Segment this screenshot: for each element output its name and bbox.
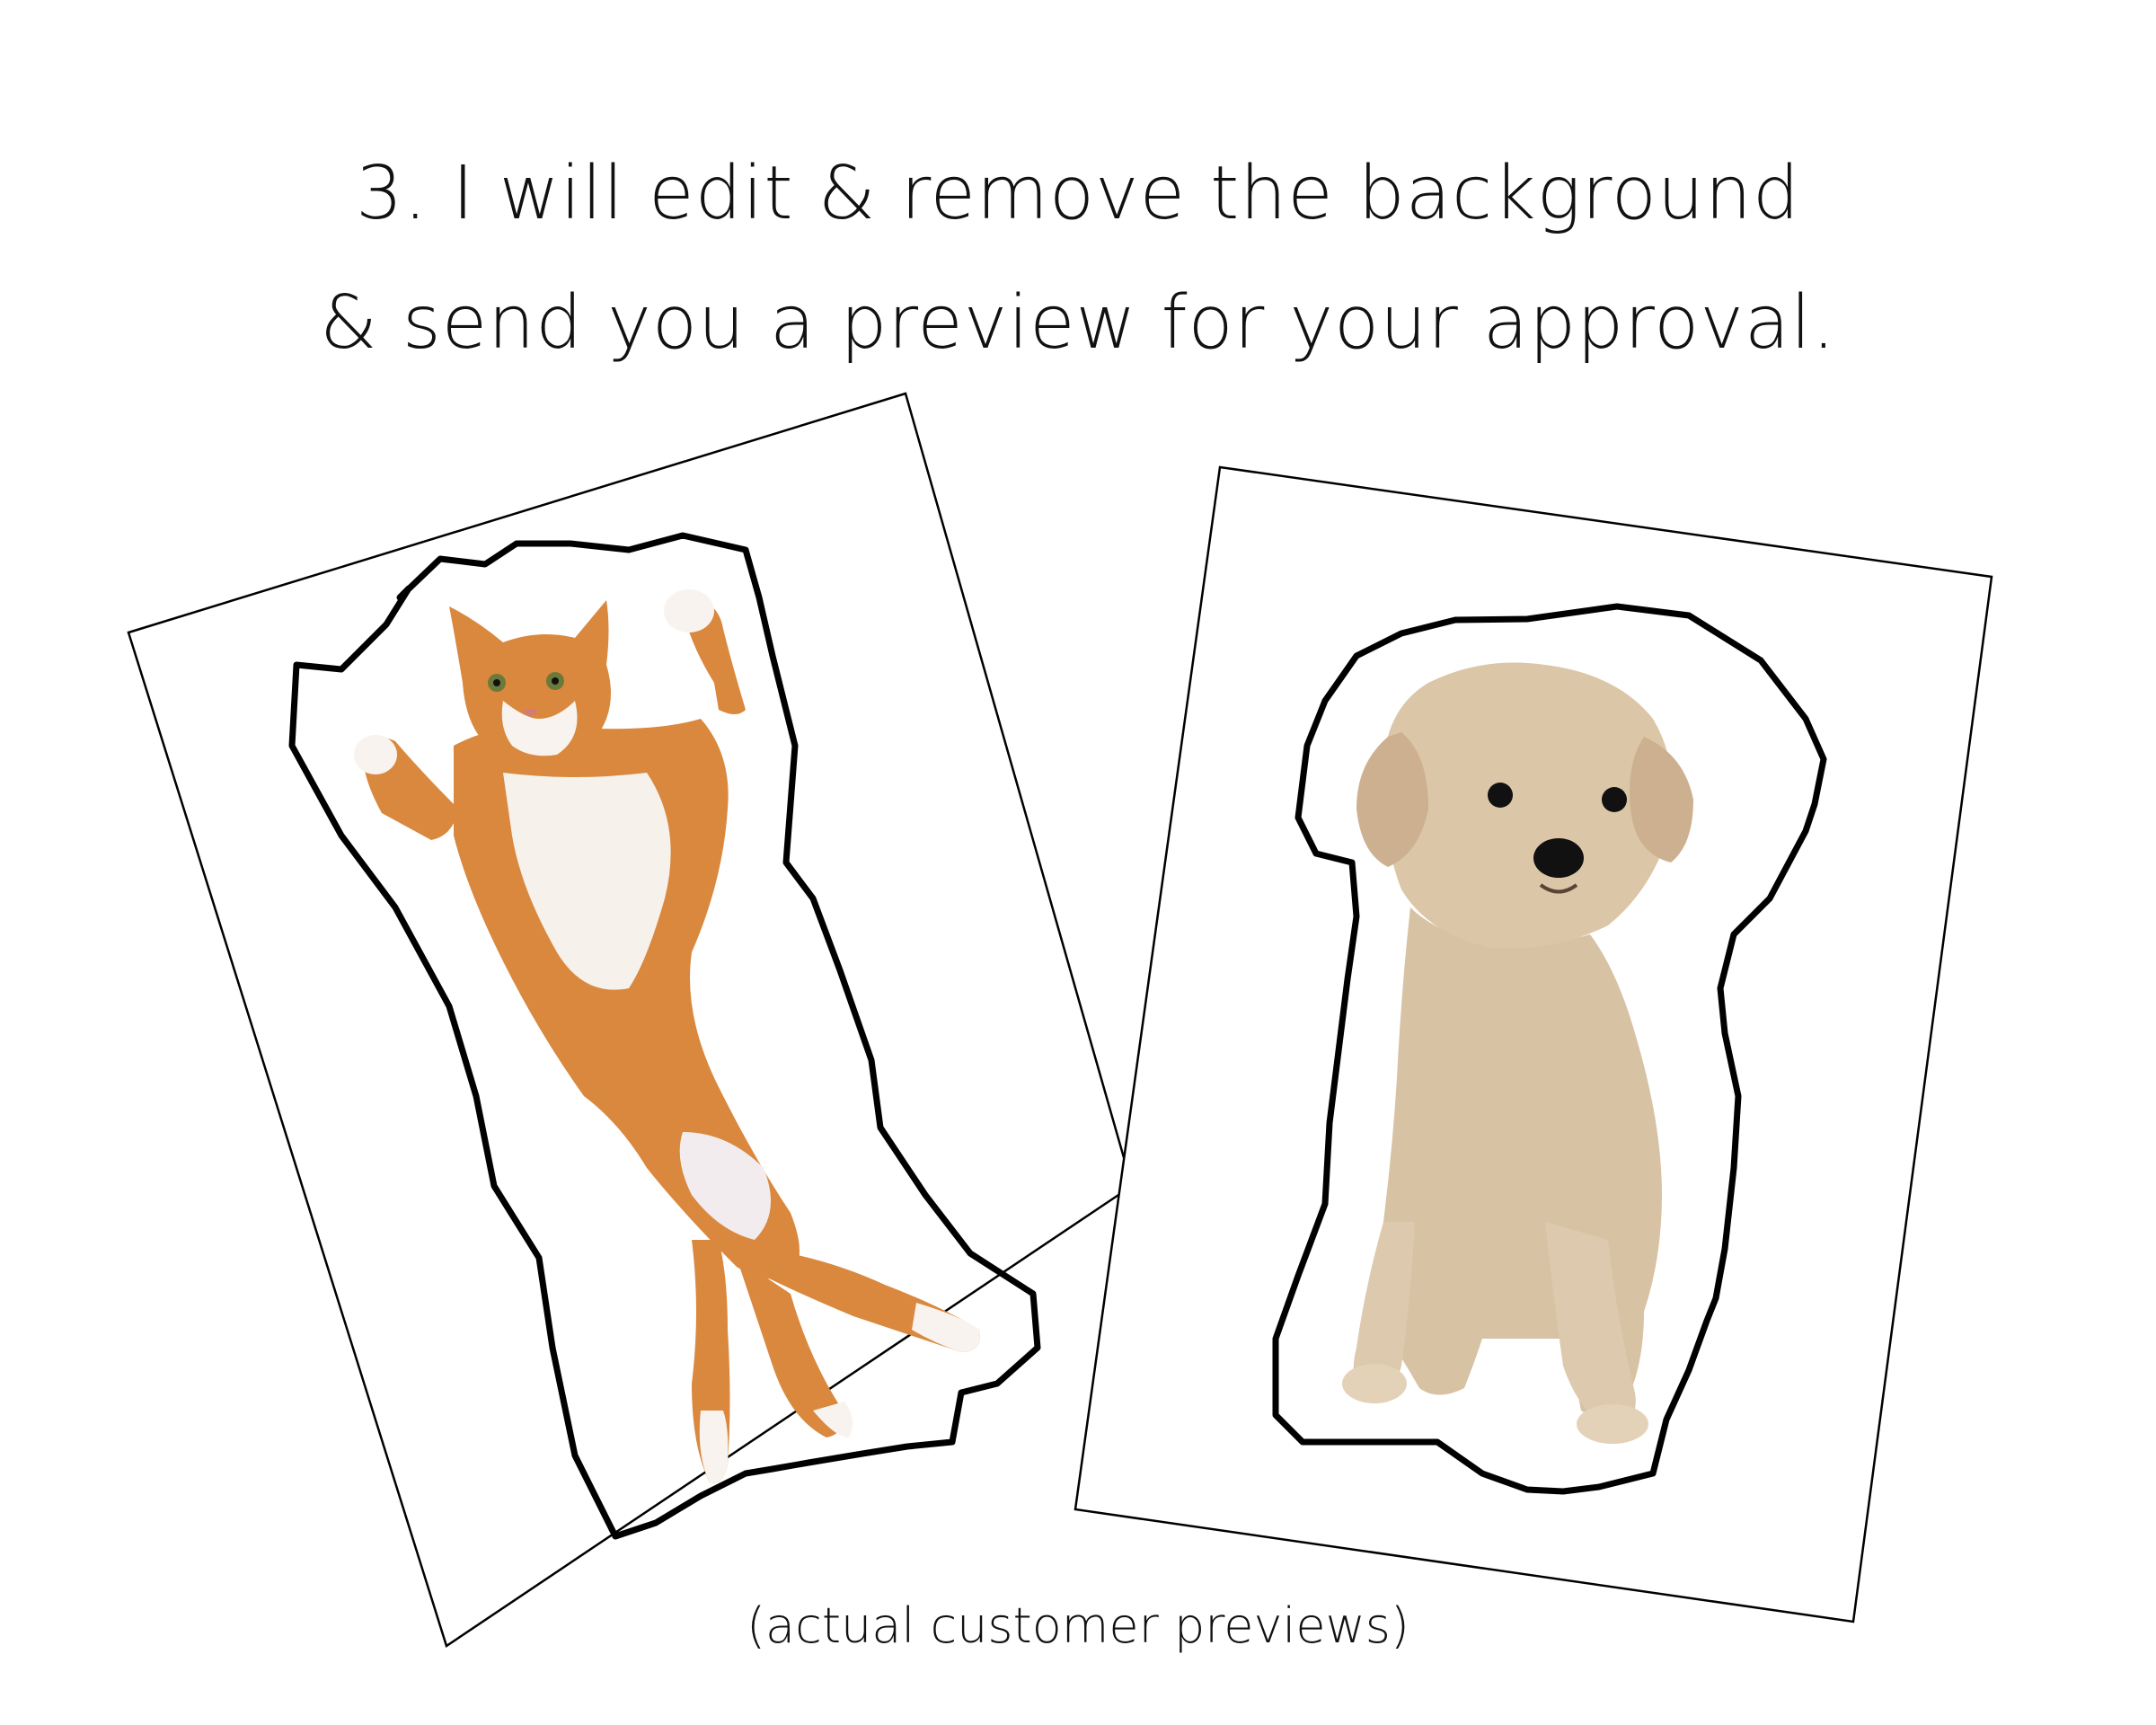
puppy-preview-card	[1074, 465, 1993, 1623]
cat-preview-card	[127, 392, 1134, 1648]
preview-scene	[127, 392, 1993, 1648]
caption: (actual customer previews)	[746, 1597, 1410, 1654]
